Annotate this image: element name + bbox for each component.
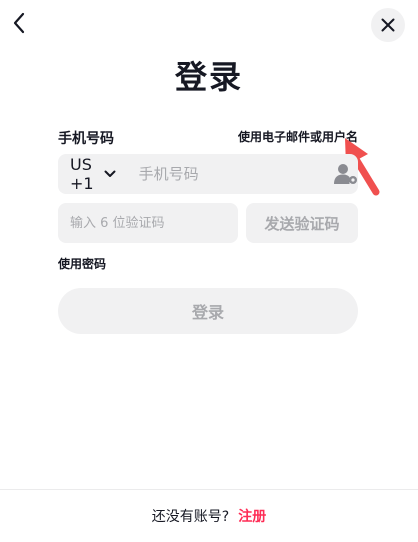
chevron-left-icon <box>13 12 25 34</box>
footer: 还没有账号? 注册 <box>0 489 418 542</box>
contact-icon[interactable] <box>333 159 359 189</box>
phone-number-input[interactable] <box>127 154 333 194</box>
no-account-prompt: 还没有账号? <box>151 509 230 525</box>
register-link[interactable]: 注册 <box>238 506 266 526</box>
verification-code-field <box>58 203 238 243</box>
close-icon <box>381 18 395 32</box>
send-code-button[interactable]: 发送验证码 <box>246 203 358 243</box>
verification-code-input[interactable] <box>58 203 238 243</box>
login-button[interactable]: 登录 <box>58 288 358 334</box>
country-code-value: US +1 <box>70 155 94 193</box>
chevron-down-icon <box>104 170 116 178</box>
phone-label: 手机号码 <box>58 131 114 147</box>
back-button[interactable] <box>6 8 32 38</box>
phone-number-field: US +1 <box>58 154 358 194</box>
page-title: 登录 <box>174 58 243 96</box>
use-password-link[interactable]: 使用密码 <box>58 255 106 272</box>
close-button[interactable] <box>371 8 405 42</box>
country-code-select[interactable]: US +1 <box>58 154 128 194</box>
login-page: 登录 手机号码 使用电子邮件或用户名 US +1 发送验 <box>0 0 418 542</box>
